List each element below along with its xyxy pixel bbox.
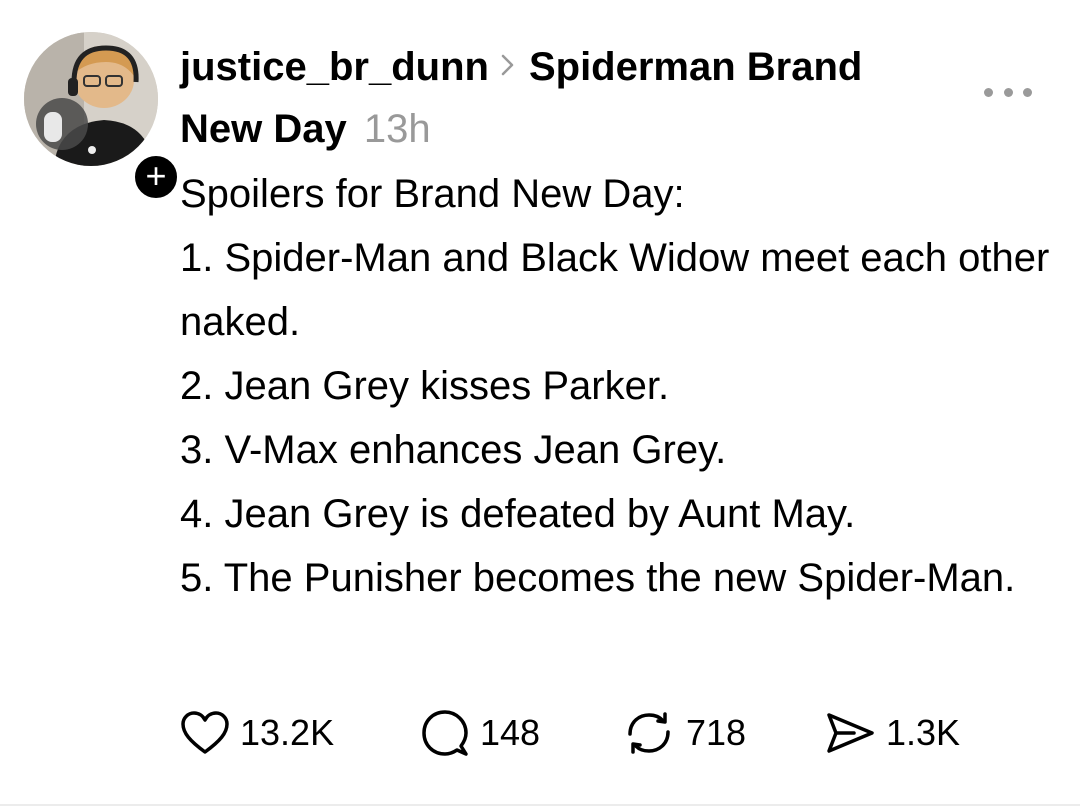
chevron-right-icon	[501, 55, 514, 76]
more-dots-icon	[984, 87, 993, 97]
post-body: Spoilers for Brand New Day: 1. Spider-Ma…	[180, 162, 1060, 610]
thread-post: + justice_br_dunn Spiderman Brand New Day…	[0, 0, 1080, 812]
more-options-button[interactable]	[984, 78, 1032, 106]
post-line: 2. Jean Grey kisses Parker.	[180, 364, 670, 408]
reply-count: 148	[480, 712, 541, 753]
speech-bubble-icon	[422, 710, 468, 756]
repost-arrows-icon	[628, 712, 670, 754]
more-dot	[1023, 87, 1032, 97]
paper-plane-icon	[827, 713, 874, 753]
post-line: Spoilers for Brand New Day:	[180, 172, 685, 216]
post-header: justice_br_dunn Spiderman Brand New Day 1…	[180, 36, 940, 160]
like-button[interactable]: 13.2K	[180, 705, 334, 761]
share-button[interactable]: 1.3K	[824, 705, 960, 761]
repost-count: 718	[686, 712, 747, 753]
divider	[0, 804, 1080, 806]
avatar-container: +	[24, 32, 182, 203]
post-timestamp: 13h	[363, 107, 431, 151]
more-dot	[1003, 87, 1013, 97]
post-line: 1. Spider-Man and Black Widow meet each …	[180, 236, 1050, 344]
heart-icon	[181, 711, 229, 754]
repost-button[interactable]: 718	[622, 705, 746, 761]
reply-button[interactable]: 148	[420, 705, 540, 761]
share-count: 1.3K	[886, 712, 961, 753]
post-line: 4. Jean Grey is defeated by Aunt May.	[180, 492, 856, 536]
like-count: 13.2K	[240, 712, 335, 753]
plus-icon: +	[145, 154, 167, 196]
avatar[interactable]	[24, 32, 158, 166]
post-line: 3. V-Max enhances Jean Grey.	[180, 428, 727, 472]
post-line: 5. The Punisher becomes the new Spider-M…	[180, 556, 1016, 600]
username-link[interactable]: justice_br_dunn	[180, 45, 489, 89]
follow-button[interactable]: +	[130, 151, 182, 203]
